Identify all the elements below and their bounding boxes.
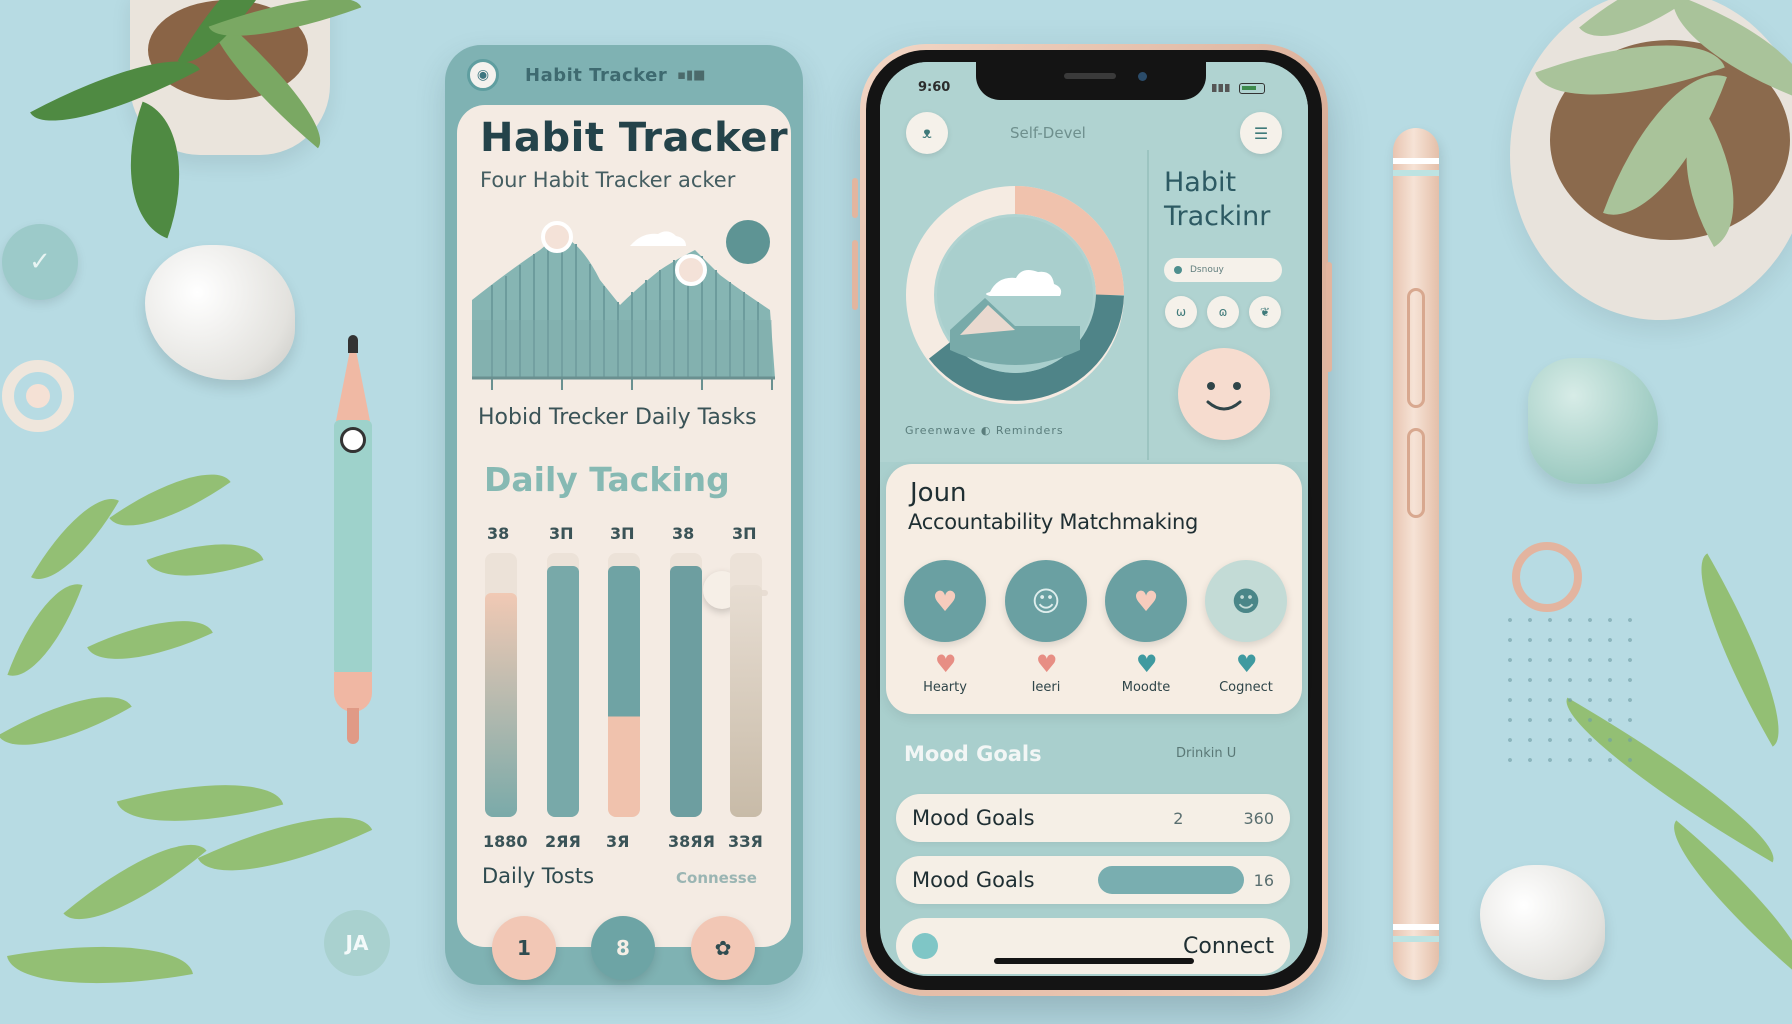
heart-icon: ♥ [1036, 650, 1058, 678]
smile-icon: ☺ [1031, 584, 1061, 618]
habit-bar [485, 553, 517, 817]
crumpled-paper [145, 245, 295, 380]
mood-label: Moodte [1121, 680, 1171, 695]
section-title: Daily Tacking [484, 460, 730, 499]
bar-bottom-label: 3Я [606, 832, 630, 851]
card-header: ◉ Habit Tracker ▪▮■ [445, 45, 803, 105]
mood-button-hearty[interactable]: ♥ [904, 560, 986, 642]
connect-link[interactable]: Connesse [676, 869, 757, 887]
journal-title: Joun [910, 478, 967, 508]
ring-decoration [2, 360, 74, 432]
progress-donut [906, 186, 1124, 404]
habit-bar-fill [730, 584, 762, 817]
badge-icon: JA [324, 910, 390, 976]
bar-bottom-label: 38ЯЯ [668, 832, 715, 851]
heart-icon: ♥ [1236, 650, 1258, 678]
home-indicator[interactable] [994, 958, 1194, 964]
eight-icon: 8 [616, 936, 630, 960]
mood-button-moodte[interactable]: ♥ [1105, 560, 1187, 642]
footer-label: Daily Tosts [482, 864, 595, 888]
nav-button-leaf[interactable]: ✿ [691, 916, 755, 980]
mood-label: Hearty [923, 680, 967, 695]
mood-button-connect[interactable]: ☻ [1205, 560, 1287, 642]
mood-button-smile[interactable]: ☺ [1005, 560, 1087, 642]
smiley-icon[interactable] [1178, 348, 1270, 440]
logo-icon[interactable]: ◉ [467, 59, 499, 91]
habit-bar-fill [608, 566, 640, 817]
habit-bar-fill [485, 592, 517, 817]
signal-icon [1212, 84, 1234, 92]
heart-icon: ♥ [935, 650, 957, 678]
mood-goals-label: Mood Goals [912, 868, 1035, 892]
progress-value: 16 [1253, 870, 1274, 890]
leaf-icon: ✿ [714, 936, 732, 960]
tasks-label: Hobid Trecker Daily Tasks [478, 405, 757, 430]
bar-top-label: 38 [672, 524, 695, 543]
mood-goals-row[interactable]: Mood Goals 2 360 [896, 794, 1290, 842]
habit-bar [730, 553, 762, 817]
mood-row-right[interactable]: Drinkin U [1176, 746, 1236, 761]
teal-stone [1528, 358, 1658, 484]
leaf-icon[interactable]: ω [1165, 296, 1197, 328]
stylus-pen [1393, 128, 1439, 980]
bar-top-label: 38 [487, 524, 510, 543]
habit-bar [547, 553, 579, 817]
connect-button[interactable]: Connect [896, 918, 1290, 974]
bar-bottom-label: 3ЗЯ [728, 832, 763, 851]
check-icon: ✓ [2, 224, 78, 300]
bar-top-label: 3П [610, 524, 635, 543]
screen-header: Self-Devel [1010, 124, 1086, 142]
donut-caption: Greenwave ◐ Reminders [905, 424, 1064, 437]
mood-label: Cognect [1219, 680, 1273, 695]
toggle-icon[interactable] [912, 933, 938, 959]
habit-bar [608, 553, 640, 817]
mood-row-label: Mood Goals [904, 742, 1042, 766]
battery-icon [1239, 82, 1265, 94]
heart-icon: ♥ [932, 584, 958, 618]
habit-bar-fill [670, 566, 702, 817]
crumpled-paper [1480, 865, 1605, 980]
heart-icon[interactable]: ❦ [1249, 296, 1281, 328]
pill-dot-icon [1174, 266, 1182, 274]
habit-bar [670, 553, 702, 817]
page-title: Habit Tracker [480, 115, 789, 161]
dot-grid [1500, 610, 1640, 770]
mood-goals-value: 360 [1243, 808, 1274, 828]
ring-decoration [1512, 542, 1582, 612]
mood-goals-label: Mood Goals [912, 806, 1035, 830]
nav-button-one[interactable]: 1 [492, 916, 556, 980]
leaf-icon[interactable]: ᴥ [906, 112, 948, 154]
bar-bottom-label: 1880 [483, 832, 528, 851]
journal-subtitle: Accountability Matchmaking [908, 510, 1199, 534]
bar-bottom-label: 2ЯЯ [545, 832, 581, 851]
notch [976, 62, 1206, 100]
status-icons: ▪▮■ [677, 67, 706, 83]
progress-bar [1097, 866, 1244, 894]
page-subtitle: Four Habit Tracker acker [480, 168, 736, 192]
connect-label: Connect [1183, 933, 1274, 959]
habit-pill[interactable]: Dsnouy [1164, 258, 1282, 282]
card-header-title: Habit Tracker [525, 64, 668, 86]
status-time: 9:60 [918, 80, 951, 95]
sprout-icon[interactable]: ɷ [1207, 296, 1239, 328]
menu-icon[interactable]: ☰ [1240, 112, 1282, 154]
heart-icon: ♥ [1133, 584, 1159, 618]
camera-icon [1138, 72, 1147, 81]
mood-label: Ieeri [1031, 680, 1061, 695]
divider [1147, 150, 1149, 460]
habit-title: Habit Trackinr [1164, 167, 1271, 232]
heart-icon: ♥ [1136, 650, 1158, 678]
mountain-chart [472, 220, 775, 390]
bar-top-label: 3П [549, 524, 574, 543]
mood-goals-count: 2 [1173, 808, 1184, 828]
one-icon: 1 [517, 936, 531, 960]
nav-button-eight[interactable]: 8 [591, 916, 655, 980]
mood-goals-progress-row[interactable]: Mood Goals 16 [896, 856, 1290, 904]
bar-top-label: 3П [732, 524, 757, 543]
face-icon: ☻ [1231, 584, 1261, 618]
status-icons [1212, 82, 1274, 94]
habit-bar-fill [547, 566, 579, 817]
